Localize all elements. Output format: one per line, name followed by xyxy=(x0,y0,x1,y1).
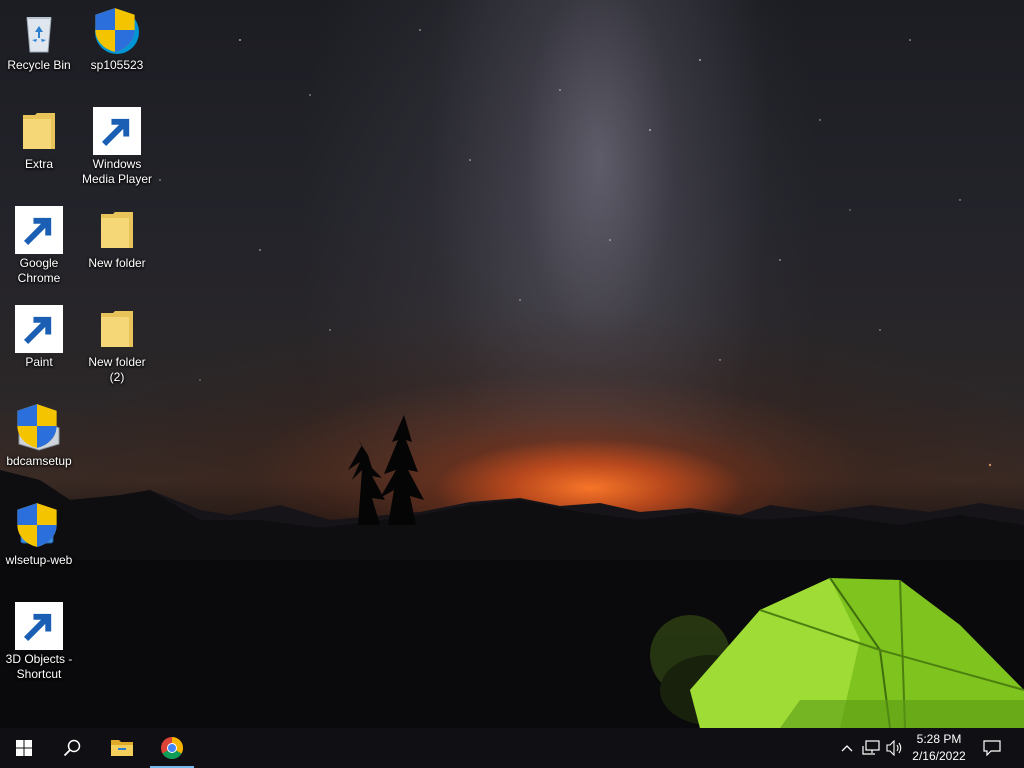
network-icon xyxy=(862,740,880,755)
clock-date: 2/16/2022 xyxy=(912,749,966,763)
windows-live-setup-icon xyxy=(15,503,63,551)
taskbar-file-explorer[interactable] xyxy=(98,728,146,768)
desktop-icon-extra[interactable]: Extra xyxy=(1,107,77,172)
desktop-icon-label: sp105523 xyxy=(90,58,144,72)
desktop-icon-3d-objects-shortcut[interactable]: 3D Objects - Shortcut xyxy=(1,602,77,682)
desktop-icon-wlsetup-web[interactable]: wlsetup-web xyxy=(1,503,77,568)
desktop-icon-label: Recycle Bin xyxy=(7,58,71,72)
chrome-icon xyxy=(161,737,183,759)
desktop-icon-label: Windows Media Player xyxy=(81,157,153,186)
uac-shield-icon xyxy=(95,8,135,52)
desktop-icon-windows-media-player[interactable]: Windows Media Player xyxy=(79,107,155,187)
start-button[interactable] xyxy=(0,728,48,768)
folder-icon xyxy=(111,740,133,756)
volume-button[interactable] xyxy=(884,738,906,758)
hp-installer-icon: hp xyxy=(93,8,141,56)
show-hidden-icons-button[interactable] xyxy=(836,738,858,758)
desktop-icon-label: New folder xyxy=(88,256,146,270)
action-center-icon xyxy=(983,740,1001,756)
desktop-icon-bdcamsetup[interactable]: bdcamsetup xyxy=(1,404,77,469)
windows-media-player-icon xyxy=(93,107,141,155)
desktop-icon-label: Google Chrome xyxy=(17,256,61,285)
recycle-bin-icon xyxy=(15,8,63,56)
desktop-icon-sp105523[interactable]: hp sp105523 xyxy=(79,8,155,73)
desktop-icon-label: New folder (2) xyxy=(88,355,146,384)
shortcut-arrow-icon xyxy=(15,602,63,650)
desktop-icon-label: bdcamsetup xyxy=(6,454,72,468)
uac-shield-icon xyxy=(17,404,57,448)
volume-icon xyxy=(886,740,902,756)
desktop-icon-new-folder-2[interactable]: New folder (2) xyxy=(79,305,155,385)
windows-start-icon xyxy=(16,740,32,756)
search-icon xyxy=(63,739,81,757)
folder-icon xyxy=(15,107,63,155)
uac-shield-icon xyxy=(17,503,57,547)
bandicam-setup-icon xyxy=(15,404,63,452)
desktop-icon-new-folder[interactable]: New folder xyxy=(79,206,155,271)
folder-icon xyxy=(93,305,141,353)
shortcut-arrow-icon xyxy=(15,206,63,254)
folder-icon xyxy=(93,206,141,254)
shortcut-arrow-icon xyxy=(93,107,141,155)
chevron-up-icon xyxy=(841,745,853,752)
action-center-button[interactable] xyxy=(980,738,1004,758)
paint-icon xyxy=(15,305,63,353)
shortcut-arrow-icon xyxy=(15,305,63,353)
desktop-icon-google-chrome[interactable]: Google Chrome xyxy=(1,206,77,286)
desktop-icon-label: wlsetup-web xyxy=(5,553,73,567)
3d-objects-icon xyxy=(15,602,63,650)
desktop-icon-label: Paint xyxy=(25,355,53,369)
search-button[interactable] xyxy=(48,728,96,768)
taskbar: 5:28 PM 2/16/2022 xyxy=(0,728,1024,768)
desktop-icon-recycle-bin[interactable]: Recycle Bin xyxy=(1,8,77,73)
network-button[interactable] xyxy=(860,738,882,758)
desktop-icon-label: Extra xyxy=(24,157,53,171)
clock-time: 5:28 PM xyxy=(916,732,962,746)
desktop-icon-paint[interactable]: Paint xyxy=(1,305,77,370)
desktop-icon-label: 3D Objects - Shortcut xyxy=(5,652,73,681)
system-clock[interactable]: 5:28 PM 2/16/2022 xyxy=(904,731,974,765)
chrome-icon xyxy=(15,206,63,254)
taskbar-google-chrome[interactable] xyxy=(148,728,196,768)
